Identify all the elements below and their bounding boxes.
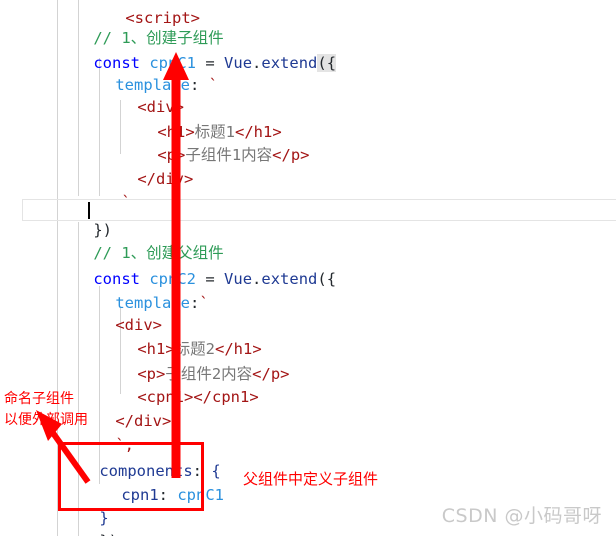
code-line[interactable]: // 1、创建父组件 [0,222,616,262]
csdn-watermark: CSDN @小码哥呀 [441,505,602,527]
code-editor[interactable]: <script> // 1、创建子组件 const cpnC1 = Vue.ex… [0,0,616,536]
code-line[interactable]: <h1>标题2</h1> [0,318,616,358]
code-line[interactable]: <div> [0,76,616,116]
annotation-name-child: 命名子组件 [4,391,74,407]
code-line[interactable]: template: ` [0,54,616,94]
code-line[interactable]: `, [0,414,616,454]
code-line[interactable]: ` [0,171,616,211]
annotation-external-call: 以便外部调用 [4,412,88,428]
code-line[interactable]: <p>子组件2内容</p> [0,343,616,383]
token-close-paren-2: }) [99,532,118,536]
code-line[interactable]: const cpnC1 = Vue.extend({ [0,32,616,73]
code-line[interactable]: <p>子组件1内容</p> [0,124,616,164]
code-line[interactable]: <cpn1></cpn1> [0,366,616,406]
code-line[interactable]: </div> [0,390,616,430]
components-block-highlight-box [58,442,204,511]
code-line[interactable]: template:` [0,272,616,312]
code-line[interactable]: // 1、创建子组件 [0,7,616,47]
code-line[interactable]: }) [0,199,616,239]
code-line[interactable]: const cpnC2 = Vue.extend({ [0,248,616,288]
code-line[interactable]: <h1>标题1</h1> [0,101,616,141]
annotation-parent-defines-child: 父组件中定义子组件 [243,470,379,488]
code-line[interactable]: </div> [0,148,616,188]
code-line[interactable]: <div> [0,294,616,334]
